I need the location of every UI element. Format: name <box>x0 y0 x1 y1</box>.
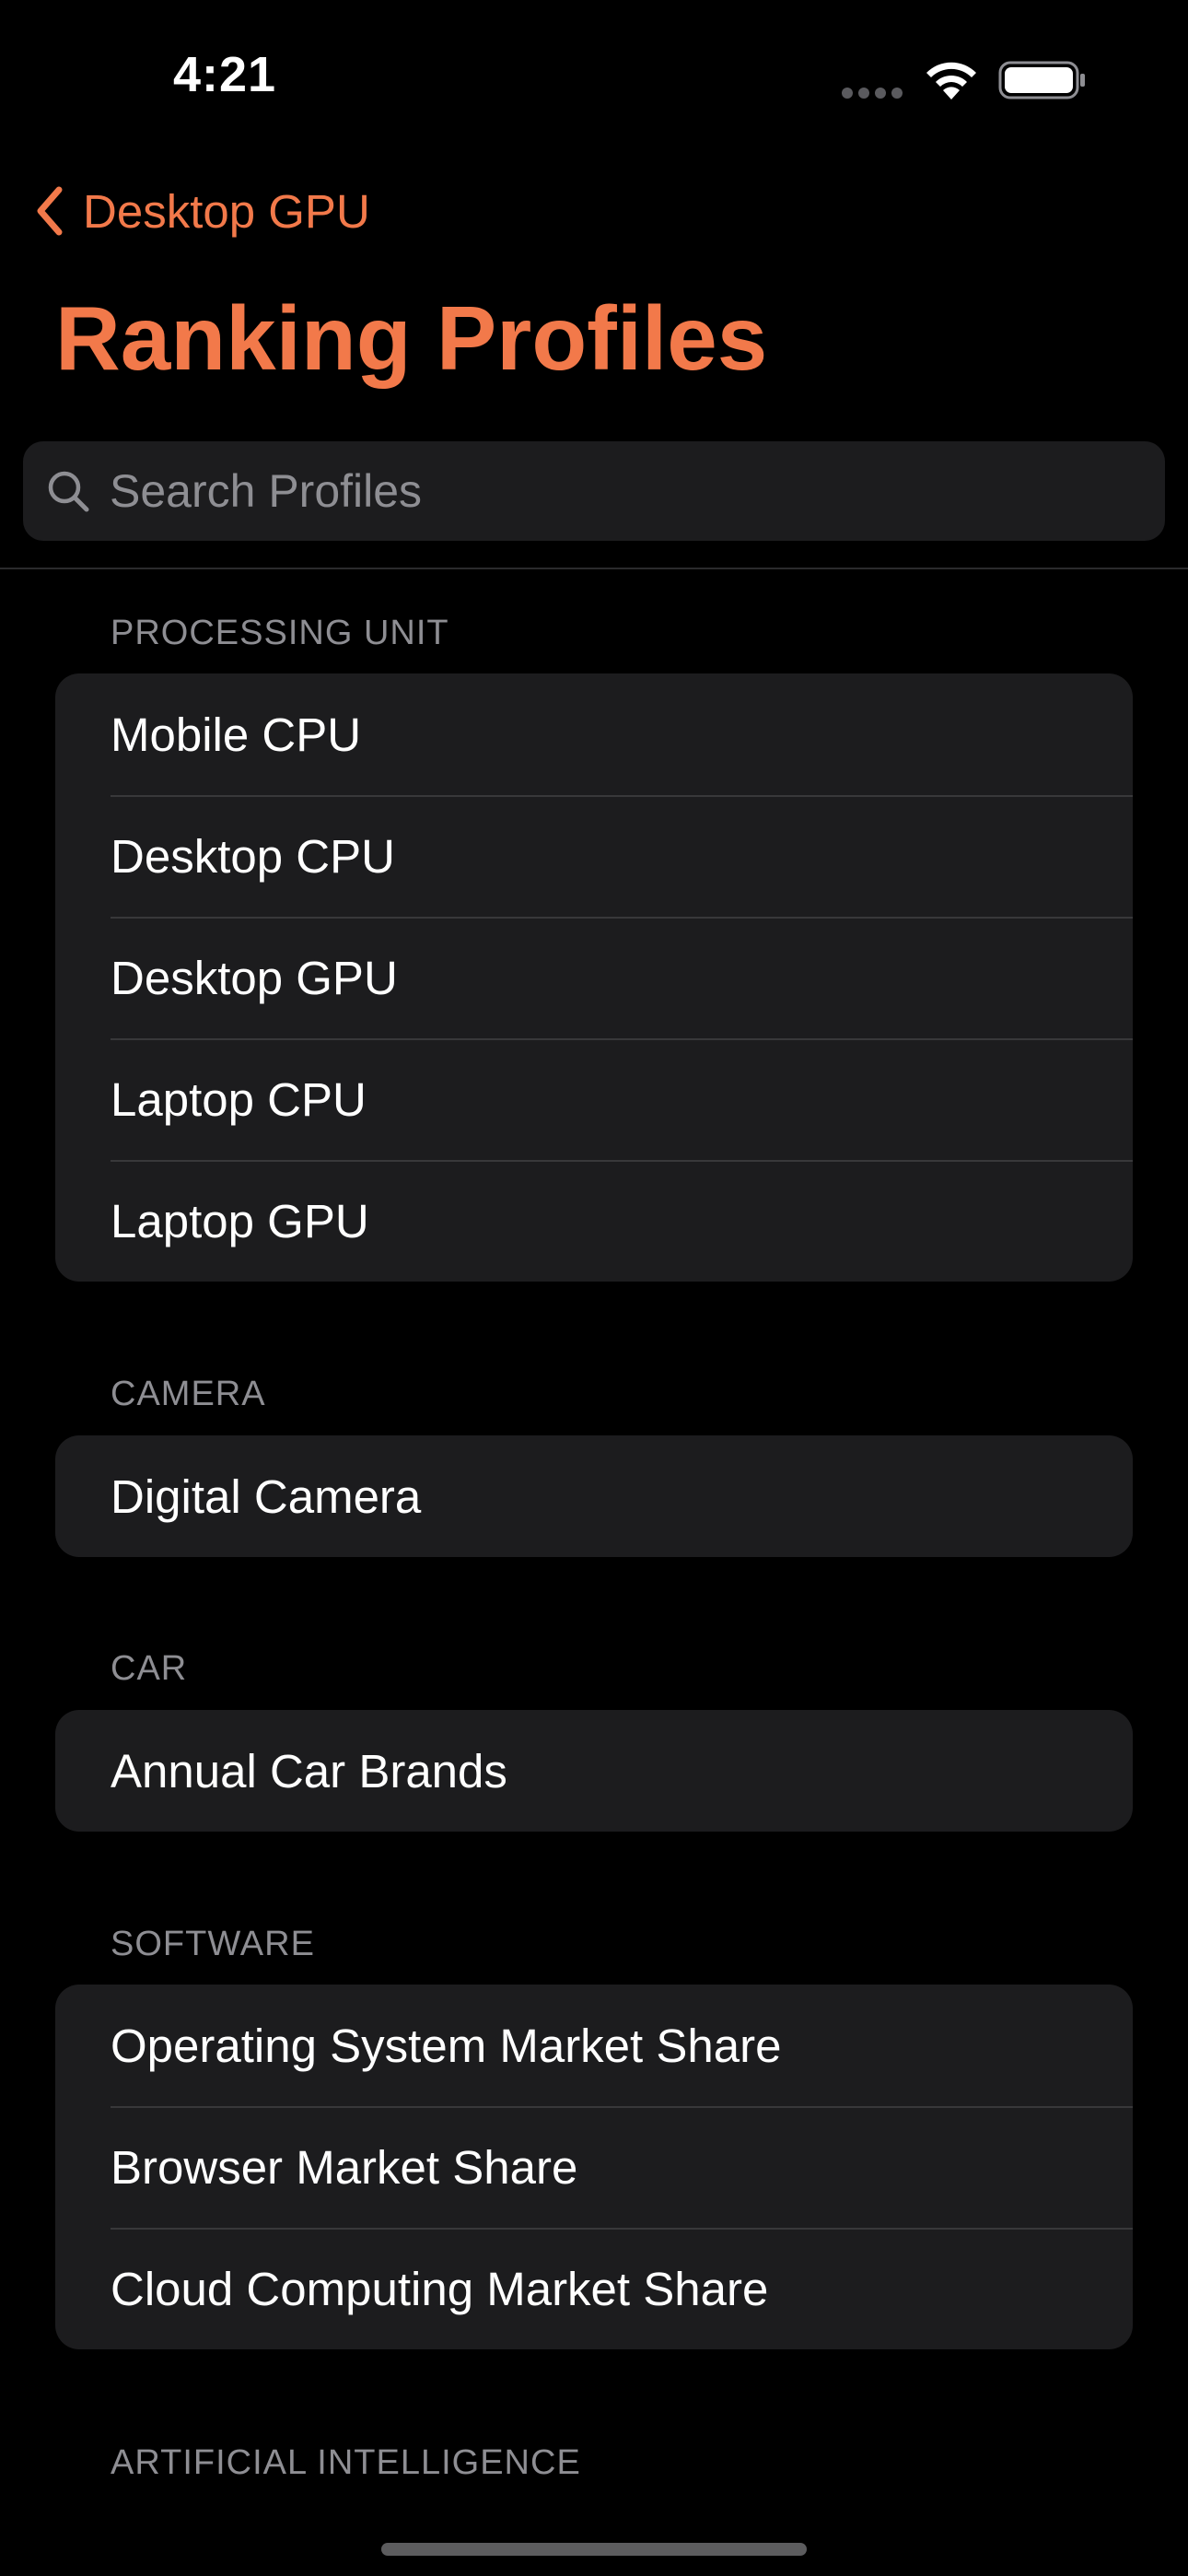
back-button[interactable]: Desktop GPU <box>33 179 370 243</box>
list-item-label: Laptop CPU <box>111 1072 367 1126</box>
list-item-label: Desktop CPU <box>111 829 395 883</box>
list-item-laptop-cpu[interactable]: Laptop CPU <box>55 1038 1133 1160</box>
list-item-label: Operating System Market Share <box>111 2019 782 2072</box>
list-item-operating-system-market-share[interactable]: Operating System Market Share <box>55 1985 1133 2106</box>
back-button-label: Desktop GPU <box>83 184 370 238</box>
section-header-artificial-intelligence: ARTIFICIAL INTELLIGENCE <box>111 2443 581 2482</box>
section-group-processing-unit: Mobile CPU Desktop CPU Desktop GPU Lapto… <box>55 673 1133 1282</box>
status-bar: 4:21 <box>0 0 1188 157</box>
status-time: 4:21 <box>173 47 277 102</box>
list-item-label: Desktop GPU <box>111 951 398 1004</box>
list-item-label: Browser Market Share <box>111 2140 578 2194</box>
section-header-camera: CAMERA <box>111 1375 266 1413</box>
page-title: Ranking Profiles <box>55 287 768 389</box>
list-item-desktop-cpu[interactable]: Desktop CPU <box>55 795 1133 917</box>
section-group-car: Annual Car Brands <box>55 1710 1133 1832</box>
chevron-left-icon <box>37 186 63 236</box>
home-indicator[interactable] <box>381 2543 807 2556</box>
list-item-label: Digital Camera <box>111 1469 422 1523</box>
divider <box>0 568 1188 569</box>
list-item-label: Laptop GPU <box>111 1194 369 1247</box>
section-header-processing-unit: PROCESSING UNIT <box>111 614 449 652</box>
wifi-icon <box>926 62 976 100</box>
list-item-browser-market-share[interactable]: Browser Market Share <box>55 2106 1133 2228</box>
search-bar[interactable] <box>23 441 1165 541</box>
cellular-signal-icon <box>842 88 904 100</box>
section-group-software: Operating System Market Share Browser Ma… <box>55 1985 1133 2349</box>
section-header-car: CAR <box>111 1649 188 1688</box>
search-input[interactable] <box>110 464 1165 518</box>
list-item-laptop-gpu[interactable]: Laptop GPU <box>55 1160 1133 1282</box>
list-item-desktop-gpu[interactable]: Desktop GPU <box>55 917 1133 1038</box>
list-item-cloud-computing-market-share[interactable]: Cloud Computing Market Share <box>55 2228 1133 2349</box>
section-group-camera: Digital Camera <box>55 1435 1133 1557</box>
search-icon <box>48 471 89 512</box>
list-item-label: Mobile CPU <box>111 708 362 761</box>
list-item-annual-car-brands[interactable]: Annual Car Brands <box>55 1710 1133 1832</box>
list-item-mobile-cpu[interactable]: Mobile CPU <box>55 673 1133 795</box>
section-header-software: SOFTWARE <box>111 1925 315 1963</box>
battery-icon <box>998 61 1085 100</box>
list-item-label: Cloud Computing Market Share <box>111 2262 769 2315</box>
list-item-label: Annual Car Brands <box>111 1744 507 1797</box>
list-item-digital-camera[interactable]: Digital Camera <box>55 1435 1133 1557</box>
